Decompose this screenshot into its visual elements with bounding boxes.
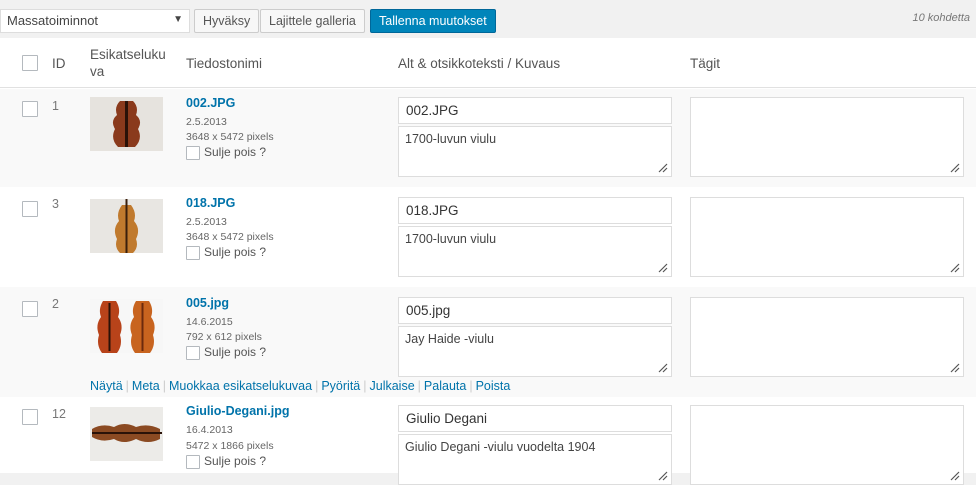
exclude-checkbox[interactable] <box>186 245 200 260</box>
row-id: 1 <box>52 99 59 113</box>
image-dimensions: 3648 x 5472 pixels <box>186 231 274 243</box>
upload-date: 2.5.2013 <box>186 116 227 128</box>
action-edit-thumbnail-link[interactable]: Muokkaa esikatselukuvaa <box>169 379 312 393</box>
table-row: 3 018.JPG 2.5.2013 3648 x 5472 pixels Su… <box>0 187 976 285</box>
save-changes-button[interactable]: Tallenna muutokset <box>370 9 496 33</box>
action-publish-link[interactable]: Julkaise <box>370 379 415 393</box>
action-rotate-link[interactable]: Pyöritä <box>321 379 360 393</box>
bulk-actions-label: Massatoiminnot <box>7 13 99 28</box>
filename-link[interactable]: 005.jpg <box>186 296 229 310</box>
column-preview: Esikatselukuva <box>90 47 166 79</box>
exclude-option[interactable]: Sulje pois ? <box>186 345 266 360</box>
select-all-checkbox[interactable] <box>22 55 38 71</box>
table-row: 2 005.jpg 14.6.2015 792 x 612 pixels Sul… <box>0 287 976 397</box>
description-textarea[interactable]: 1700-luvun viulu <box>398 226 672 277</box>
action-restore-link[interactable]: Palauta <box>424 379 466 393</box>
resize-grip-icon[interactable] <box>658 363 668 373</box>
exclude-checkbox[interactable] <box>186 145 200 160</box>
action-delete-link[interactable]: Poista <box>476 379 511 393</box>
alt-title-input[interactable]: Giulio Degani <box>398 405 672 432</box>
thumbnail-image[interactable] <box>90 407 163 461</box>
row-checkbox[interactable] <box>22 201 38 217</box>
approve-button[interactable]: Hyväksy <box>194 9 260 33</box>
filename-link[interactable]: 018.JPG <box>186 196 235 210</box>
row-checkbox[interactable] <box>22 301 38 317</box>
table-header: ID Esikatselukuva Tiedostonimi Alt & ots… <box>0 38 976 88</box>
toolbar: Massatoiminnot ▼ Hyväksy Lajittele galle… <box>0 0 976 38</box>
description-text: Jay Haide -viulu <box>405 332 494 346</box>
resize-grip-icon[interactable] <box>950 163 960 173</box>
row-id: 3 <box>52 197 59 211</box>
sort-gallery-button[interactable]: Lajittele galleria <box>260 9 365 33</box>
dropdown-arrow-icon: ▼ <box>173 14 183 25</box>
filename-link[interactable]: 002.JPG <box>186 96 235 110</box>
exclude-label: Sulje pois ? <box>204 345 267 359</box>
bulk-actions-select[interactable]: Massatoiminnot ▼ <box>0 9 190 33</box>
image-dimensions: 3648 x 5472 pixels <box>186 131 274 143</box>
description-text: 1700-luvun viulu <box>405 232 497 246</box>
column-tags: Tägit <box>690 56 721 71</box>
upload-date: 14.6.2015 <box>186 316 233 328</box>
image-dimensions: 5472 x 1866 pixels <box>186 440 274 452</box>
exclude-checkbox[interactable] <box>186 454 200 469</box>
resize-grip-icon[interactable] <box>950 363 960 373</box>
thumbnail-image[interactable] <box>90 97 163 151</box>
description-text: 1700-luvun viulu <box>405 132 497 146</box>
alt-title-input[interactable]: 018.JPG <box>398 197 672 224</box>
row-actions: Näytä | Meta | Muokkaa esikatselukuvaa | Pyöri… <box>90 379 511 393</box>
description-textarea[interactable]: Jay Haide -viulu <box>398 326 672 377</box>
exclude-option[interactable]: Sulje pois ? <box>186 245 266 260</box>
resize-grip-icon[interactable] <box>658 263 668 273</box>
tags-textarea[interactable] <box>690 97 964 177</box>
description-textarea[interactable]: Giulio Degani -viulu vuodelta 1904 <box>398 434 672 485</box>
alt-title-input[interactable]: 005.jpg <box>398 297 672 324</box>
table-row: 12 Giulio-Degani.jpg 16.4.2013 5472 x 18… <box>0 397 976 485</box>
row-checkbox[interactable] <box>22 101 38 117</box>
filename-link[interactable]: Giulio-Degani.jpg <box>186 404 289 418</box>
thumbnail-image[interactable] <box>90 299 163 353</box>
row-id: 2 <box>52 297 59 311</box>
exclude-option[interactable]: Sulje pois ? <box>186 145 266 160</box>
row-checkbox[interactable] <box>22 409 38 425</box>
tags-textarea[interactable] <box>690 197 964 277</box>
action-view-link[interactable]: Näytä <box>90 379 123 393</box>
item-count: 10 kohdetta <box>912 12 971 24</box>
description-text: Giulio Degani -viulu vuodelta 1904 <box>405 440 596 454</box>
description-textarea[interactable]: 1700-luvun viulu <box>398 126 672 177</box>
thumbnail-image[interactable] <box>90 199 163 253</box>
row-id: 12 <box>52 407 66 421</box>
image-dimensions: 792 x 612 pixels <box>186 331 262 343</box>
exclude-label: Sulje pois ? <box>204 145 267 159</box>
exclude-checkbox[interactable] <box>186 345 200 360</box>
upload-date: 2.5.2013 <box>186 216 227 228</box>
table-row: 1 002.JPG 2.5.2013 3648 x 5472 pixels Su… <box>0 89 976 187</box>
tags-textarea[interactable] <box>690 297 964 377</box>
column-filename: Tiedostonimi <box>186 56 263 71</box>
exclude-option[interactable]: Sulje pois ? <box>186 454 266 469</box>
exclude-label: Sulje pois ? <box>204 454 267 468</box>
resize-grip-icon[interactable] <box>950 263 960 273</box>
upload-date: 16.4.2013 <box>186 424 233 436</box>
column-alt-description: Alt & otsikkoteksti / Kuvaus <box>398 56 561 71</box>
column-id: ID <box>52 56 66 71</box>
alt-title-input[interactable]: 002.JPG <box>398 97 672 124</box>
action-meta-link[interactable]: Meta <box>132 379 160 393</box>
resize-grip-icon[interactable] <box>658 163 668 173</box>
tags-textarea[interactable] <box>690 405 964 485</box>
exclude-label: Sulje pois ? <box>204 245 267 259</box>
gallery-table: ID Esikatselukuva Tiedostonimi Alt & ots… <box>0 38 976 485</box>
